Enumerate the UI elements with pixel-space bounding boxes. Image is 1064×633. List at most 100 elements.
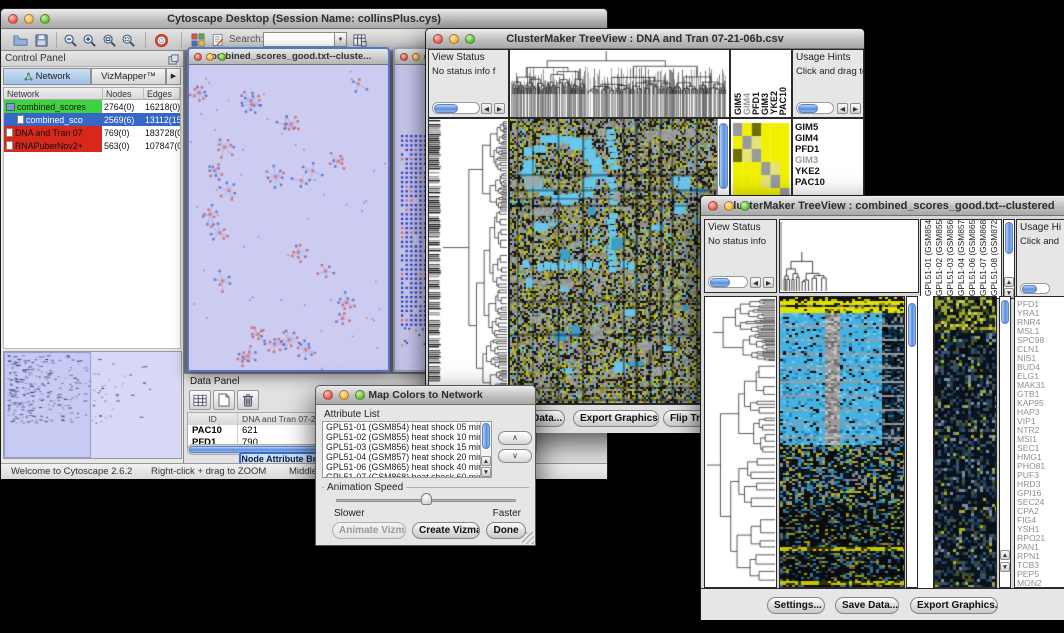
minimize-button[interactable]: [724, 201, 734, 211]
network-row[interactable]: DNA and Tran 07 769(0) 183728(0): [4, 126, 180, 139]
row-dendrogram-canvas[interactable]: [429, 119, 508, 403]
zoom-fit-button[interactable]: [100, 31, 119, 49]
zoom-out-button[interactable]: [61, 31, 80, 49]
tv1-column-dendrogram-panel[interactable]: [509, 49, 730, 118]
done-button[interactable]: Done: [486, 522, 526, 539]
close-button[interactable]: [433, 34, 443, 44]
export-graphics-button[interactable]: Export Graphics...: [910, 597, 998, 614]
attribute-item[interactable]: GPL51-07 (GSM868) heat shock 60 min: [323, 472, 491, 478]
help-button[interactable]: [152, 31, 171, 49]
scroll-up-button[interactable]: ▲: [1000, 550, 1010, 560]
zoom-selected-button[interactable]: [119, 31, 138, 49]
zoom-button[interactable]: [465, 34, 475, 44]
scroll-up-button[interactable]: ▲: [1004, 277, 1014, 287]
scroll-down-button[interactable]: ▼: [481, 467, 491, 477]
scrollbar-thumb[interactable]: [1001, 300, 1009, 324]
usage-hints-scrollbar[interactable]: [1020, 283, 1050, 294]
save-session-button[interactable]: [32, 31, 51, 49]
close-button[interactable]: [8, 14, 18, 24]
view-status-scrollbar[interactable]: [708, 276, 748, 288]
zoom-button[interactable]: [355, 390, 365, 400]
create-attribute-button[interactable]: [213, 390, 235, 410]
birds-eye-view[interactable]: [3, 351, 182, 459]
zoom-button[interactable]: [40, 14, 50, 24]
treeview2-titlebar[interactable]: ClusterMaker TreeView : combined_scores_…: [701, 196, 1064, 216]
open-session-button[interactable]: [11, 31, 30, 49]
minimize-button[interactable]: [412, 53, 420, 61]
attribute-item[interactable]: GPL51-03 (GSM856) heat shock 15 min: [323, 442, 491, 452]
scroll-down-button[interactable]: ▼: [1000, 562, 1010, 572]
main-titlebar[interactable]: Cytoscape Desktop (Session Name: collins…: [1, 9, 607, 29]
tab-overflow-button[interactable]: ▶: [166, 68, 181, 85]
col-header-nodes[interactable]: Nodes: [103, 88, 144, 99]
select-attributes-button[interactable]: [189, 390, 211, 410]
tv1-heatmap-panel[interactable]: [509, 118, 730, 404]
birds-eye-canvas[interactable]: [4, 352, 181, 458]
tab-vizmapper[interactable]: VizMapper™: [91, 68, 166, 85]
tv1-row-dendrogram-panel[interactable]: [428, 118, 509, 404]
settings-button[interactable]: Settings...: [767, 597, 825, 614]
animate-vizmap-button[interactable]: Animate Vizmap: [332, 522, 406, 539]
scroll-left-button[interactable]: ◀: [750, 277, 761, 288]
tv2-column-scrollbar[interactable]: ▲ ▼: [1003, 219, 1015, 299]
scrollbar-thumb[interactable]: [710, 278, 730, 287]
move-up-button[interactable]: ∧: [498, 431, 532, 445]
scroll-right-button[interactable]: ▶: [494, 103, 505, 114]
dialog-titlebar[interactable]: Map Colors to Network: [316, 386, 535, 405]
scrollbar-thumb[interactable]: [482, 423, 490, 449]
scroll-right-button[interactable]: ▶: [850, 103, 861, 114]
close-button[interactable]: [400, 53, 408, 61]
attribute-item[interactable]: GPL51-06 (GSM865) heat shock 40 min: [323, 462, 491, 472]
column-dendrogram-canvas[interactable]: [780, 220, 918, 292]
listbox-vscrollbar[interactable]: ▲ ▼: [480, 422, 491, 477]
attribute-item[interactable]: GPL51-04 (GSM857) heat shock 20 min: [323, 452, 491, 462]
zoom-button[interactable]: [218, 53, 226, 61]
minimize-button[interactable]: [449, 34, 459, 44]
search-dropdown-button[interactable]: ▼: [334, 32, 347, 47]
global-heatmap-canvas[interactable]: [780, 297, 904, 587]
tv2-zoom-vscrollbar[interactable]: ▲ ▼: [999, 296, 1011, 588]
col-header-network[interactable]: Network: [4, 88, 103, 99]
scroll-right-button[interactable]: ▶: [763, 277, 774, 288]
network1-titlebar[interactable]: combined_scores_good.txt--cluste...: [189, 49, 388, 65]
tv2-column-dendrogram-panel[interactable]: [779, 219, 919, 293]
zoom-heatmap-canvas[interactable]: [935, 297, 996, 587]
close-button[interactable]: [194, 53, 202, 61]
create-vizmap-button[interactable]: Create Vizmap: [412, 522, 480, 539]
network-row[interactable]: RNAPuberNov2+ 563(0) 107847(0): [4, 139, 180, 152]
scrollbar-thumb[interactable]: [1022, 285, 1037, 293]
minimize-button[interactable]: [206, 53, 214, 61]
scrollbar-thumb[interactable]: [434, 104, 458, 113]
scroll-left-button[interactable]: ◀: [837, 103, 848, 114]
scrollbar-thumb[interactable]: [719, 123, 728, 189]
tv2-row-dendrogram-panel[interactable]: [704, 296, 777, 588]
minimize-button[interactable]: [339, 390, 349, 400]
row-dendrogram-canvas[interactable]: [705, 297, 776, 587]
zoom-heatmap-canvas[interactable]: [732, 121, 790, 203]
global-heatmap-canvas[interactable]: [510, 119, 729, 403]
minimize-button[interactable]: [24, 14, 34, 24]
usage-hints-scrollbar[interactable]: [796, 102, 834, 114]
delete-attribute-button[interactable]: [237, 390, 259, 410]
attribute-item[interactable]: GPL51-02 (GSM855) heat shock 10 min: [323, 432, 491, 442]
col-header-id[interactable]: ID: [188, 413, 238, 425]
view-status-scrollbar[interactable]: [432, 102, 480, 114]
treeview1-titlebar[interactable]: ClusterMaker TreeView : DNA and Tran 07-…: [426, 29, 864, 49]
slider-thumb[interactable]: [421, 493, 432, 505]
tv2-heatmap-panel[interactable]: [779, 296, 905, 588]
scrollbar-thumb[interactable]: [1005, 222, 1013, 254]
save-data-button[interactable]: Save Data...: [835, 597, 899, 614]
zoom-button[interactable]: [740, 201, 750, 211]
scroll-up-button[interactable]: ▲: [481, 456, 491, 466]
col-header-edges[interactable]: Edges: [144, 88, 180, 99]
tv2-zoom-panel[interactable]: [934, 296, 997, 588]
network-row[interactable]: combined_sco 2569(6) 13112(15): [4, 113, 180, 126]
scroll-left-button[interactable]: ◀: [481, 103, 492, 114]
close-button[interactable]: [323, 390, 333, 400]
close-button[interactable]: [708, 201, 718, 211]
resize-grip[interactable]: [522, 532, 534, 544]
search-input[interactable]: [263, 32, 335, 47]
scrollbar-thumb[interactable]: [798, 104, 818, 113]
attribute-item[interactable]: GPL51-01 (GSM854) heat shock 05 min: [323, 422, 491, 432]
export-graphics-button[interactable]: Export Graphics...: [573, 410, 659, 427]
